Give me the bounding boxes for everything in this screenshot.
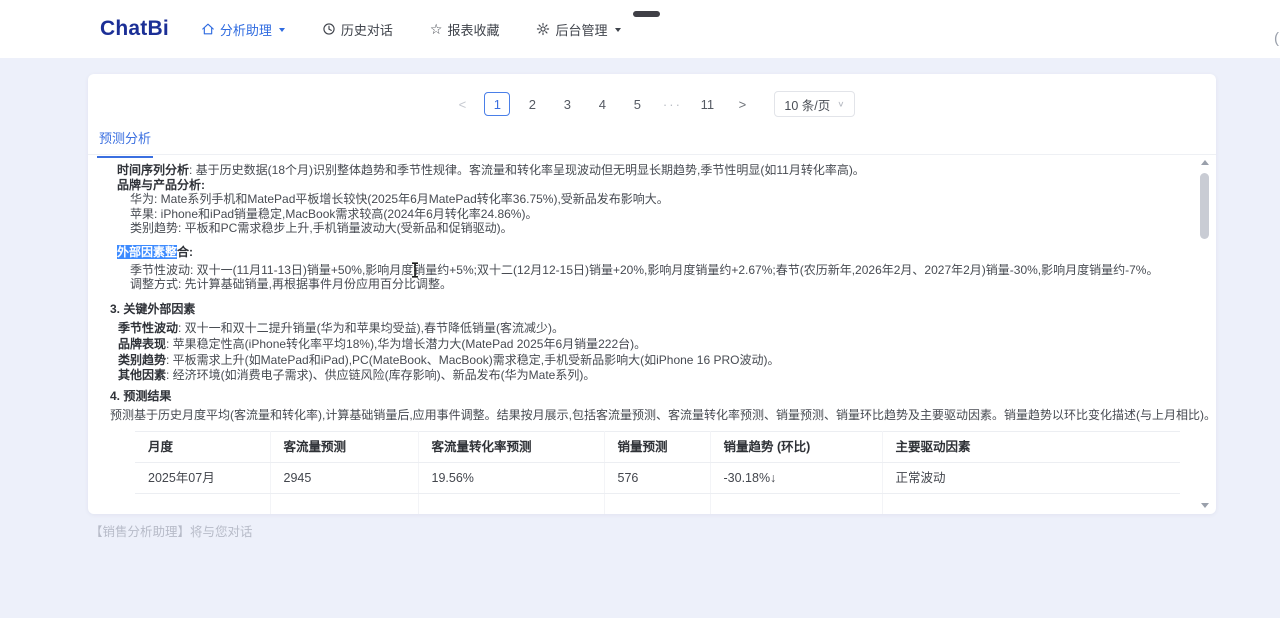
- col-conversion-forecast: 客流量转化率预测: [418, 431, 604, 462]
- col-main-drivers: 主要驱动因素: [882, 431, 1180, 462]
- cell-traffic: 2945: [270, 462, 418, 493]
- tabs-bar: 预测分析: [88, 128, 1216, 155]
- cell-trend: -30.18%↓: [710, 462, 882, 493]
- adjustment-method-line: 调整方式: 先计算基础销量,再根据事件月份应用百分比调整。: [110, 277, 1176, 292]
- brand-product-heading: 品牌与产品分析:: [110, 178, 1176, 193]
- section-4-heading: 4. 预测结果: [110, 389, 1176, 404]
- cell-driver: 正常波动: [882, 462, 1180, 493]
- tab-forecast-analysis[interactable]: 预测分析: [97, 128, 153, 158]
- col-traffic-forecast: 客流量预测: [270, 431, 418, 462]
- clock-icon: [322, 22, 336, 36]
- pagination-ellipsis[interactable]: ···: [659, 92, 685, 116]
- factor-category-line: 类别趋势: 平板需求上升(如MatePad和iPad),PC(MateBook、…: [110, 353, 1176, 368]
- pagination-page-1[interactable]: 1: [484, 92, 510, 116]
- pagination-page-4[interactable]: 4: [589, 92, 615, 116]
- cell-month: 2025年07月: [135, 462, 270, 493]
- vertical-scrollbar[interactable]: [1199, 160, 1210, 508]
- pagination-page-11[interactable]: 11: [694, 92, 720, 116]
- gear-icon: [536, 22, 550, 36]
- chevron-down-icon: [279, 28, 285, 32]
- cell-sales: 576: [604, 462, 710, 493]
- apple-line: 苹果: iPhone和iPad销量稳定,MacBook需求较高(2024年6月转…: [110, 207, 1176, 222]
- forecast-method-paragraph: 预测基于历史月度平均(客流量和转化率),计算基础销量后,应用事件调整。结果按月展…: [110, 408, 1176, 423]
- nav-label: 后台管理: [555, 20, 607, 39]
- star-icon: ☆: [430, 22, 443, 36]
- home-icon: [201, 22, 215, 36]
- nav-item-admin[interactable]: 后台管理: [536, 20, 620, 39]
- pagination-page-5[interactable]: 5: [624, 92, 650, 116]
- table-header-row: 月度 客流量预测 客流量转化率预测 销量预测 销量趋势 (环比) 主要驱动因素: [135, 431, 1180, 462]
- factor-other-line: 其他因素: 经济环境(如消费电子需求)、供应链风险(库存影响)、新品发布(华为M…: [110, 368, 1176, 383]
- category-trend-line: 类别趋势: 平板和PC需求稳步上升,手机销量波动大(受新品和促销驱动)。: [110, 221, 1176, 236]
- nav-item-report-favorites[interactable]: ☆ 报表收藏: [430, 20, 500, 39]
- screen-top-artifact: [633, 11, 660, 17]
- pagination: < 1 2 3 4 5 ··· 11 > 10 条/页 ∨: [88, 74, 1216, 117]
- time-series-analysis-line: 时间序列分析: 基于历史数据(18个月)识别整体趋势和季节性规律。客流量和转化率…: [110, 163, 1176, 178]
- huawei-line: 华为: Mate系列手机和MatePad平板增长较快(2025年6月MatePa…: [110, 192, 1176, 207]
- main-nav: 分析助理 历史对话 ☆ 报表收藏 后台管理: [201, 20, 621, 39]
- factor-seasonal-line: 季节性波动: 双十一和双十二提升销量(华为和苹果均受益),春节降低销量(客流减少…: [110, 321, 1176, 336]
- cell-conversion: 19.56%: [418, 462, 604, 493]
- chevron-down-icon: [615, 28, 621, 32]
- scrollbar-up-arrow-icon[interactable]: [1201, 160, 1209, 165]
- table-row-clipped: [135, 493, 1180, 514]
- scrollbar-thumb[interactable]: [1200, 173, 1209, 239]
- pagination-page-2[interactable]: 2: [519, 92, 545, 116]
- section-3-heading: 3. 关键外部因素: [110, 302, 1176, 317]
- analysis-card: < 1 2 3 4 5 ··· 11 > 10 条/页 ∨ 预测分析 时间序列分…: [88, 74, 1216, 514]
- right-edge-cropped-glyph: (: [1274, 30, 1279, 47]
- seasonal-fluctuation-line: 季节性波动: 双十一(11月11-13日)销量+50%,影响月度销量约+5%;双…: [110, 263, 1176, 278]
- pagination-page-3[interactable]: 3: [554, 92, 580, 116]
- page-size-value: 10 条/页: [784, 95, 830, 114]
- factor-brand-line: 品牌表现: 苹果稳定性高(iPhone转化率平均18%),华为增长潜力大(Mat…: [110, 337, 1176, 352]
- nav-label: 报表收藏: [447, 20, 499, 39]
- col-sales-forecast: 销量预测: [604, 431, 710, 462]
- table-row: 2025年07月 2945 19.56% 576 -30.18%↓ 正常波动: [135, 462, 1180, 493]
- pagination-prev-button[interactable]: <: [449, 92, 475, 116]
- assistant-chat-hint: 【销售分析助理】将与您对话: [90, 521, 253, 540]
- app-header: ChatBi 分析助理 历史对话 ☆ 报表收藏 后台管理: [0, 0, 1280, 58]
- pagination-next-button[interactable]: >: [729, 92, 755, 116]
- page-size-select[interactable]: 10 条/页 ∨: [774, 91, 854, 117]
- external-factors-heading: 外部因素整合:: [110, 245, 1176, 260]
- selected-text: 外部因素整: [117, 245, 177, 259]
- nav-label: 历史对话: [341, 20, 393, 39]
- app-logo: ChatBi: [100, 17, 169, 41]
- nav-label: 分析助理: [220, 20, 272, 39]
- analysis-scroll-area[interactable]: 时间序列分析: 基于历史数据(18个月)识别整体趋势和季节性规律。客流量和转化率…: [88, 155, 1216, 514]
- forecast-table: 月度 客流量预测 客流量转化率预测 销量预测 销量趋势 (环比) 主要驱动因素 …: [135, 431, 1180, 514]
- col-sales-trend: 销量趋势 (环比): [710, 431, 882, 462]
- scrollbar-down-arrow-icon[interactable]: [1201, 503, 1209, 508]
- nav-item-analysis-assistant[interactable]: 分析助理: [201, 20, 285, 39]
- chevron-down-icon: ∨: [837, 100, 844, 109]
- text-cursor-icon: [410, 262, 420, 282]
- nav-item-history-chats[interactable]: 历史对话: [322, 20, 393, 39]
- col-month: 月度: [135, 431, 270, 462]
